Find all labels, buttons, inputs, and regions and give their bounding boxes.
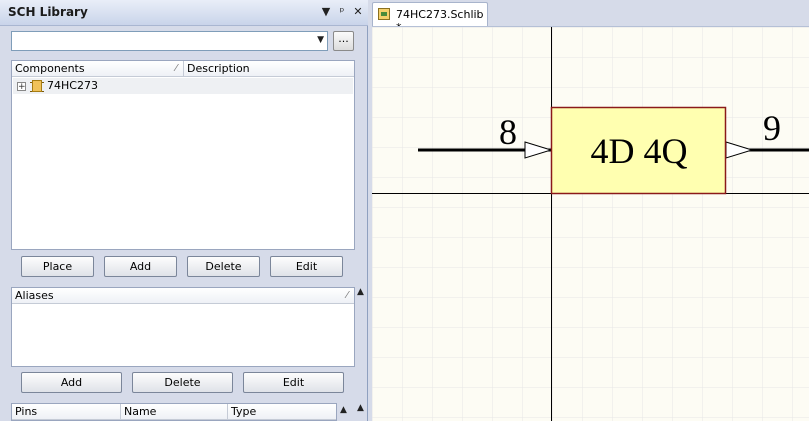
browse-button[interactable]: ... bbox=[333, 31, 354, 51]
schematic-canvas[interactable]: 4D 4Q 8 9 bbox=[372, 26, 809, 421]
pin-icon[interactable]: ᵖ bbox=[336, 6, 348, 18]
scroll-up-icon[interactable]: ▲ bbox=[357, 287, 364, 297]
sch-library-panel: SCH Library ▼ ᵖ ✕ ▼ ... Components ⁄ Des… bbox=[0, 0, 368, 421]
chevron-down-icon[interactable]: ▼ bbox=[317, 35, 324, 45]
sort-icon: ⁄ bbox=[346, 290, 348, 301]
column-header-aliases[interactable]: Aliases ⁄ bbox=[12, 288, 354, 304]
expand-icon[interactable]: + bbox=[17, 82, 26, 92]
column-header-description[interactable]: Description bbox=[184, 61, 354, 77]
tab-74hc273-schlib[interactable]: 74HC273.Schlib * bbox=[372, 2, 488, 34]
close-icon[interactable]: ✕ bbox=[352, 6, 364, 18]
scroll-up-icon[interactable]: ▲ bbox=[340, 405, 347, 415]
add-component-button[interactable]: Add bbox=[104, 256, 177, 277]
panel-title-bar: SCH Library ▼ ᵖ ✕ bbox=[0, 0, 368, 26]
column-header-pins[interactable]: Pins bbox=[12, 404, 121, 420]
list-item[interactable]: + 74HC273 bbox=[13, 78, 353, 94]
schlib-document-icon bbox=[378, 8, 390, 20]
aliases-list[interactable]: Aliases ⁄ bbox=[11, 287, 355, 367]
pin-number-8: 8 bbox=[499, 112, 517, 152]
column-header-name[interactable]: Name bbox=[121, 404, 228, 420]
pin-number-9: 9 bbox=[763, 108, 781, 148]
add-alias-button[interactable]: Add bbox=[21, 372, 122, 393]
pins-list[interactable]: Pins Name Type bbox=[11, 403, 337, 421]
sort-icon: ⁄ bbox=[175, 63, 177, 74]
edit-component-button[interactable]: Edit bbox=[270, 256, 343, 277]
delete-component-button[interactable]: Delete bbox=[187, 256, 260, 277]
component-chip-icon bbox=[30, 80, 44, 92]
scroll-up-icon[interactable]: ▲ bbox=[357, 403, 364, 413]
component-body-label: 4D 4Q bbox=[591, 131, 688, 171]
delete-alias-button[interactable]: Delete bbox=[132, 372, 233, 393]
place-button[interactable]: Place bbox=[21, 256, 94, 277]
column-header-components[interactable]: Components ⁄ bbox=[12, 61, 184, 77]
dropdown-arrow-icon[interactable]: ▼ bbox=[320, 6, 332, 18]
components-list[interactable]: Components ⁄ Description + 74HC273 bbox=[11, 60, 355, 250]
edit-alias-button[interactable]: Edit bbox=[243, 372, 344, 393]
library-filter-combobox[interactable]: ▼ bbox=[11, 31, 328, 51]
column-header-type[interactable]: Type bbox=[228, 404, 336, 420]
component-name: 74HC273 bbox=[47, 79, 98, 92]
schematic-drawing: 4D 4Q 8 9 bbox=[372, 27, 809, 421]
panel-title: SCH Library bbox=[8, 5, 88, 19]
